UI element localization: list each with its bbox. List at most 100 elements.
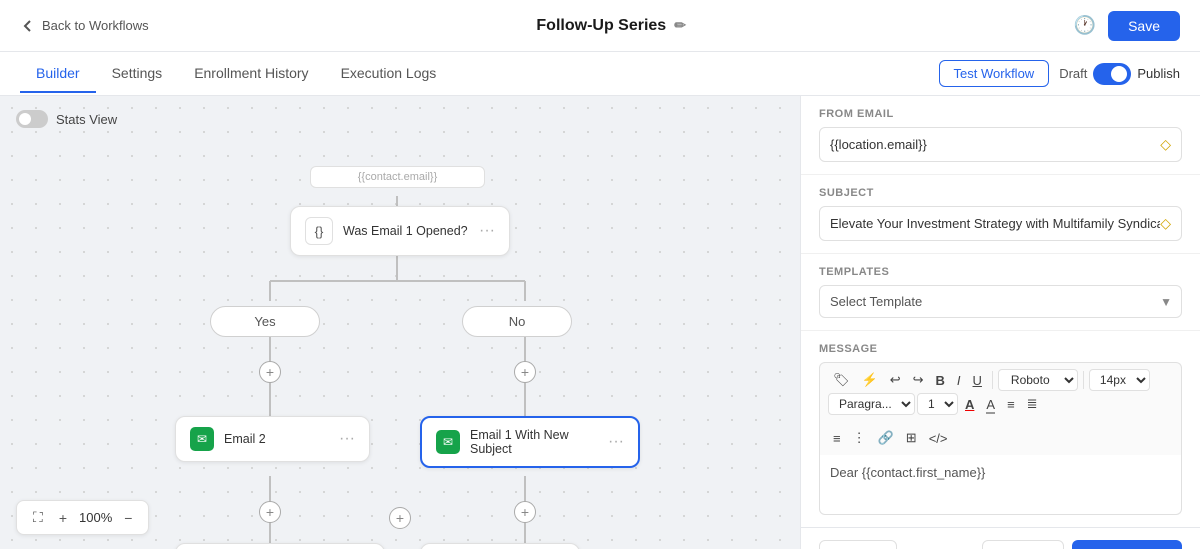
toolbar-divider-1 bbox=[992, 371, 993, 389]
tab-builder[interactable]: Builder bbox=[20, 55, 96, 93]
bold-button[interactable]: B bbox=[931, 370, 950, 391]
right-panel: FROM EMAIL {{location.email}} ◇ SUBJECT … bbox=[800, 96, 1200, 549]
email-2-label: Email 2 bbox=[224, 432, 329, 446]
editor-toolbar: 🏷 ⚡ ↩ ↪ B I U Roboto 14px Paragra... bbox=[819, 362, 1182, 421]
templates-select-wrap: Select Template ▼ bbox=[819, 285, 1182, 318]
publish-label: Publish bbox=[1137, 66, 1180, 81]
code-button[interactable]: </> bbox=[924, 428, 953, 449]
fullscreen-button[interactable]: ⛶ bbox=[29, 507, 47, 528]
zoom-label: 100% bbox=[79, 510, 112, 525]
history-icon[interactable]: 🕐 bbox=[1074, 15, 1096, 36]
editor-content: Dear {{contact.first_name}} bbox=[830, 465, 985, 480]
email1-new-subject-label: Email 1 With New Subject bbox=[470, 428, 598, 456]
subject-label: SUBJECT bbox=[819, 187, 1182, 199]
subject-input-wrap: Elevate Your Investment Strategy with Mu… bbox=[819, 206, 1182, 241]
font-color-button[interactable]: A bbox=[960, 394, 979, 415]
back-to-workflows-link[interactable]: Back to Workflows bbox=[20, 18, 149, 34]
redo-button[interactable]: ↪ bbox=[908, 369, 929, 391]
add-after-yes-button[interactable]: + bbox=[259, 361, 281, 383]
email2-menu-dots[interactable]: ··· bbox=[339, 430, 355, 448]
zoom-in-button[interactable]: + bbox=[55, 508, 71, 528]
tab-enrollment-history[interactable]: Enrollment History bbox=[178, 55, 324, 93]
was-email-opened-label: Was Email 1 Opened? bbox=[343, 224, 469, 238]
top-truncated-node: {{contact.email}} bbox=[310, 166, 485, 188]
link-button[interactable]: 🔗 bbox=[873, 427, 899, 449]
add-after-email2-button[interactable]: + bbox=[259, 501, 281, 523]
toolbar-divider-2 bbox=[1083, 371, 1084, 389]
align-left-button[interactable]: ≡ bbox=[828, 428, 846, 449]
list-ul-button[interactable]: ≡ bbox=[1002, 394, 1020, 415]
add-after-email1-button[interactable]: + bbox=[514, 501, 536, 523]
wait1-node[interactable]: ⏱ Wait 1 D bbox=[420, 543, 580, 549]
draft-publish-toggle[interactable] bbox=[1093, 63, 1131, 85]
email1-icon-green: ✉ bbox=[436, 430, 460, 454]
workflow-canvas[interactable]: Stats View bbox=[0, 96, 800, 549]
underline-button[interactable]: U bbox=[968, 370, 987, 391]
italic-button[interactable]: I bbox=[952, 370, 966, 391]
diamond-icon-subject: ◇ bbox=[1160, 215, 1171, 232]
test-workflow-button[interactable]: Test Workflow bbox=[939, 60, 1050, 87]
stats-view-toggle[interactable] bbox=[16, 110, 48, 128]
stats-toggle-area: Stats View bbox=[16, 110, 117, 128]
no-decision-node: No bbox=[462, 306, 572, 337]
from-email-section: FROM EMAIL {{location.email}} ◇ bbox=[801, 96, 1200, 175]
edit-title-icon[interactable]: ✏ bbox=[674, 17, 686, 34]
save-button[interactable]: Save bbox=[1108, 11, 1180, 41]
message-section: MESSAGE 🏷 ⚡ ↩ ↪ B I U Roboto 14px P bbox=[801, 331, 1200, 527]
image-button[interactable]: ⊞ bbox=[901, 427, 922, 449]
undo-button[interactable]: ↩ bbox=[885, 369, 906, 391]
email1-menu-dots[interactable]: ··· bbox=[608, 433, 624, 451]
save-action-button[interactable]: Save Action bbox=[1072, 540, 1182, 549]
message-editor[interactable]: Dear {{contact.first_name}} bbox=[819, 455, 1182, 515]
font-size-select[interactable]: 14px bbox=[1089, 369, 1150, 391]
font-family-select[interactable]: Roboto bbox=[998, 369, 1078, 391]
tab-settings[interactable]: Settings bbox=[96, 55, 179, 93]
add-after-no-button[interactable]: + bbox=[514, 361, 536, 383]
from-email-label: FROM EMAIL bbox=[819, 108, 1182, 120]
list-ol-button[interactable]: ≣ bbox=[1022, 393, 1043, 415]
diamond-icon-from: ◇ bbox=[1160, 136, 1171, 153]
zoom-out-button[interactable]: − bbox=[120, 508, 136, 528]
draft-toggle-wrap: Draft Publish bbox=[1059, 63, 1180, 85]
lightning-button[interactable]: ⚡ bbox=[857, 369, 883, 391]
header-actions: 🕐 Save bbox=[1074, 11, 1180, 41]
templates-section: TEMPLATES Select Template ▼ bbox=[801, 254, 1200, 331]
curly-braces-icon: {} bbox=[305, 217, 333, 245]
tabs-bar: Builder Settings Enrollment History Exec… bbox=[0, 52, 1200, 96]
more-options-button[interactable]: ⋮ bbox=[848, 427, 871, 449]
editor-toolbar-row2: ≡ ⋮ 🔗 ⊞ </> bbox=[819, 421, 1182, 455]
from-email-input-wrap: {{location.email}} ◇ bbox=[819, 127, 1182, 162]
tabs-left: Builder Settings Enrollment History Exec… bbox=[20, 55, 939, 92]
templates-select[interactable]: Select Template bbox=[819, 285, 1182, 318]
node-menu-dots[interactable]: ··· bbox=[479, 222, 495, 240]
email-icon-green: ✉ bbox=[190, 427, 214, 451]
was-email-opened-node[interactable]: {} Was Email 1 Opened? ··· bbox=[290, 206, 510, 256]
tabs-right: Test Workflow Draft Publish bbox=[939, 60, 1180, 87]
panel-bottom-actions: Delete Cancel Save Action bbox=[801, 527, 1200, 549]
header: Back to Workflows Follow-Up Series ✏ 🕐 S… bbox=[0, 0, 1200, 52]
email-2-node[interactable]: ✉ Email 2 ··· bbox=[175, 416, 370, 462]
cancel-button[interactable]: Cancel bbox=[982, 540, 1064, 549]
tag-button[interactable]: 🏷 bbox=[828, 369, 855, 391]
header-title: Follow-Up Series ✏ bbox=[149, 17, 1074, 35]
email1-new-subject-node[interactable]: ✉ Email 1 With New Subject ··· bbox=[420, 416, 640, 468]
subject-section: SUBJECT Elevate Your Investment Strategy… bbox=[801, 175, 1200, 254]
add-bottom-button[interactable]: + bbox=[389, 507, 411, 529]
from-email-input[interactable]: {{location.email}} bbox=[830, 137, 1160, 152]
canvas-controls: ⛶ + 100% − bbox=[16, 500, 149, 535]
wait-email2-node[interactable]: ⏱ Wait until Email 2 opened (or ... 1 Da… bbox=[175, 543, 385, 549]
main-content: Stats View bbox=[0, 96, 1200, 549]
draft-label: Draft bbox=[1059, 66, 1087, 81]
line-height-select[interactable]: 1 bbox=[917, 393, 958, 415]
subject-input[interactable]: Elevate Your Investment Strategy with Mu… bbox=[830, 216, 1160, 231]
delete-button[interactable]: Delete bbox=[819, 540, 897, 549]
canvas-background bbox=[0, 96, 800, 549]
yes-decision-node: Yes bbox=[210, 306, 320, 337]
paragraph-select[interactable]: Paragra... bbox=[828, 393, 915, 415]
stats-view-label: Stats View bbox=[56, 112, 117, 127]
highlight-button[interactable]: A bbox=[981, 394, 1000, 415]
tab-execution-logs[interactable]: Execution Logs bbox=[325, 55, 453, 93]
back-label: Back to Workflows bbox=[42, 18, 149, 33]
templates-label: TEMPLATES bbox=[819, 266, 1182, 278]
message-label: MESSAGE bbox=[819, 343, 1182, 355]
